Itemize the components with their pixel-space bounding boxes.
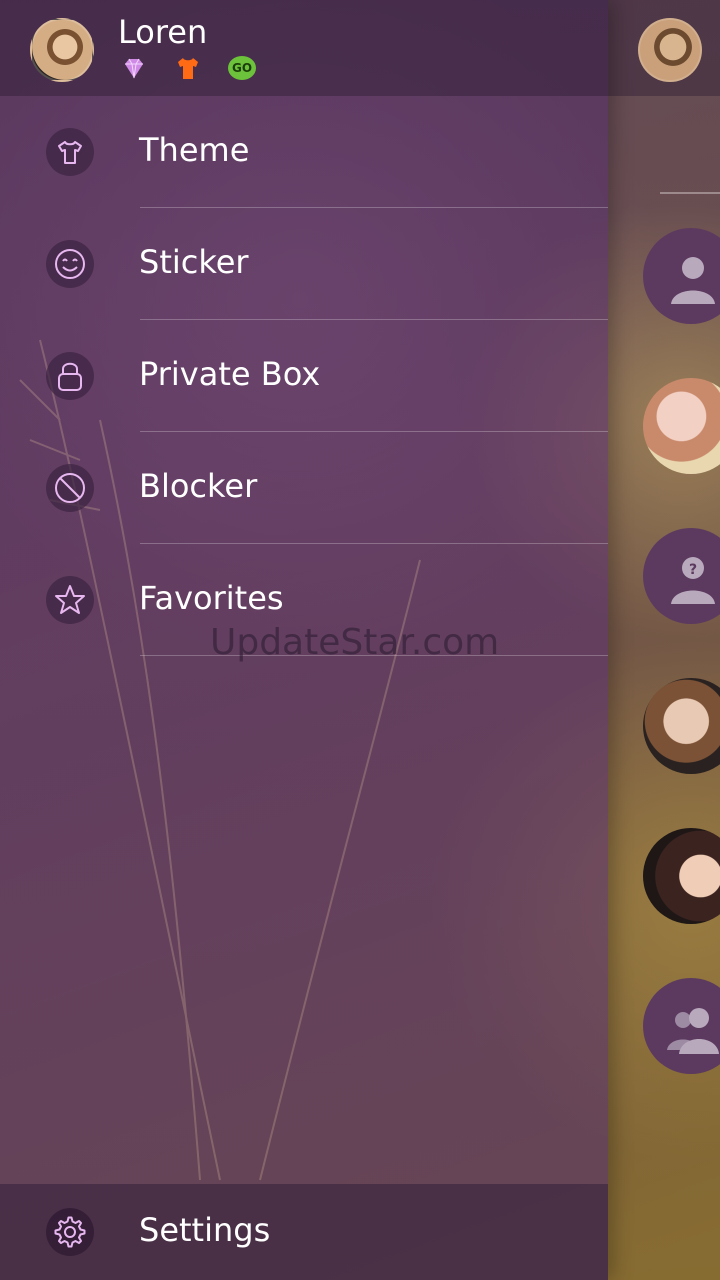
header-avatar-peek[interactable] [638,18,702,82]
tshirt-icon[interactable] [174,54,202,82]
gear-icon [46,1208,94,1256]
go-icon[interactable]: GO [228,56,256,80]
menu-item-theme[interactable]: Theme [0,96,608,208]
settings-button[interactable]: Settings [0,1184,608,1280]
menu-item-private-box[interactable]: Private Box [0,320,608,432]
unknown-person-icon: ? [671,557,715,604]
smiley-icon [46,240,94,288]
navigation-drawer: Loren GO Theme Sticker Private Box Block… [0,0,608,1280]
menu-item-label: Sticker [139,243,249,281]
profile-name[interactable]: Loren [118,12,207,52]
star-icon [46,576,94,624]
lock-icon [46,352,94,400]
watermark: UpdateStar.com [210,622,500,663]
group-icon [667,1008,719,1054]
search-underline-peek [660,192,720,194]
menu-item-label: Favorites [139,579,284,617]
profile-avatar[interactable] [30,18,94,82]
menu-item-blocker[interactable]: Blocker [0,432,608,544]
menu-item-label: Blocker [139,467,258,505]
block-icon [46,464,94,512]
drawer-menu: Theme Sticker Private Box Blocker Favori… [0,96,608,656]
tshirt-icon [46,128,94,176]
profile-header: Loren GO [0,0,608,96]
settings-label: Settings [139,1211,271,1249]
menu-item-label: Private Box [139,355,321,393]
svg-text:?: ? [689,562,697,578]
menu-item-sticker[interactable]: Sticker [0,208,608,320]
person-icon [671,257,715,304]
diamond-icon[interactable] [120,54,148,82]
menu-item-label: Theme [139,131,250,169]
